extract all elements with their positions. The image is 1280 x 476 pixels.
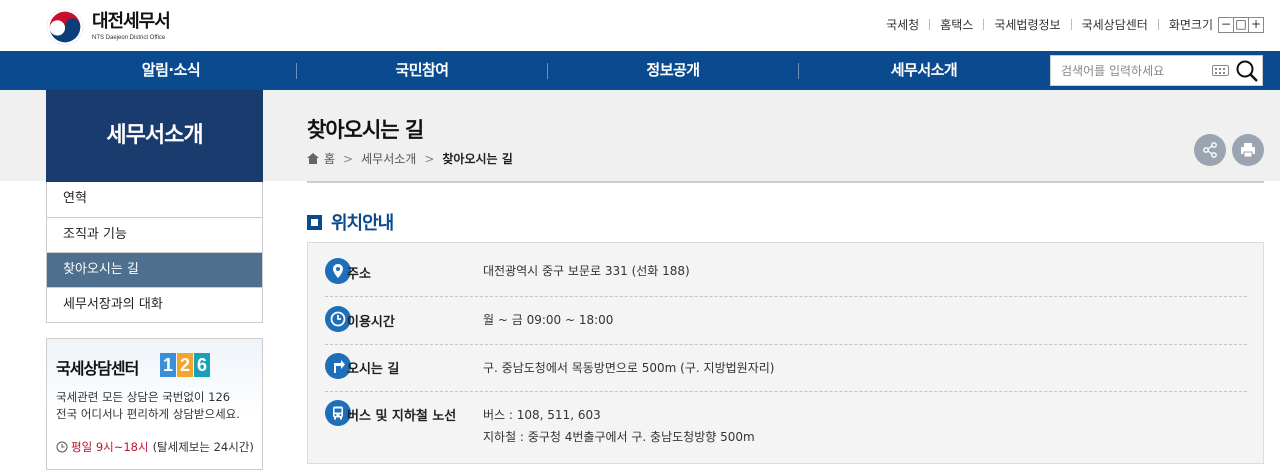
call-center-number: 1 2 6 bbox=[160, 353, 211, 377]
breadcrumb: 홈 > 세무서소개 > 찾아오시는 길 bbox=[307, 150, 513, 167]
bus-routes: 버스 : 108, 511, 603 bbox=[483, 408, 601, 422]
print-button[interactable] bbox=[1232, 134, 1264, 166]
breadcrumb-current: 찾아오시는 길 bbox=[442, 152, 513, 166]
hours-note: (탈세제보는 24시간) bbox=[152, 440, 254, 454]
page-title: 찾아오시는 길 bbox=[307, 118, 424, 142]
sidebar-item-dialogue[interactable]: 세무서장과의 대화 bbox=[47, 287, 262, 322]
virtual-keyboard-icon[interactable] bbox=[1212, 65, 1229, 76]
zoom-controls: − □ + bbox=[1218, 16, 1264, 33]
main-nav: 알림·소식 국민참여 정보공개 세무서소개 bbox=[0, 51, 1280, 90]
divider bbox=[325, 296, 1247, 297]
util-link-hometax[interactable]: 홈택스 bbox=[930, 16, 983, 33]
row-label-transit: 버스 및 지하철 노선 bbox=[347, 409, 457, 424]
row-label-address: 주소 bbox=[347, 267, 371, 282]
zoom-in-button[interactable]: + bbox=[1248, 16, 1264, 33]
row-label-hours: 이용시간 bbox=[347, 315, 395, 330]
call-center-hours: 평일 9시~18시 (탈세제보는 24시간) bbox=[56, 439, 254, 455]
call-center-description: 국세관련 모든 상담은 국번없이 126 전국 어디서나 편리하게 상담받으세요… bbox=[56, 390, 240, 421]
home-icon[interactable] bbox=[307, 153, 319, 164]
logo-title: 대전세무서 bbox=[92, 11, 171, 32]
screen-size-label: 화면크기 bbox=[1168, 18, 1213, 32]
util-link-counsel[interactable]: 국세상담센터 bbox=[1072, 16, 1158, 33]
call-center-title: 국세상담센터 bbox=[56, 359, 139, 378]
search-box bbox=[1050, 55, 1263, 86]
divider bbox=[325, 344, 1247, 345]
nav-news[interactable]: 알림·소식 bbox=[46, 51, 296, 90]
sidebar-menu: 연혁 조직과 기능 찾아오시는 길 세무서장과의 대화 bbox=[46, 182, 263, 323]
chevron-right-icon: > bbox=[424, 151, 435, 166]
nav-info[interactable]: 정보공개 bbox=[548, 51, 798, 90]
util-link-law[interactable]: 국세법령정보 bbox=[984, 16, 1070, 33]
chevron-right-icon: > bbox=[343, 151, 354, 166]
sidebar-title: 세무서소개 bbox=[46, 90, 263, 182]
utility-nav: 국세청 홈택스 국세법령정보 국세상담센터 화면크기 − □ + bbox=[876, 16, 1280, 33]
row-label-directions: 오시는 길 bbox=[347, 362, 400, 377]
call-digit: 2 bbox=[177, 353, 193, 377]
zoom-reset-button[interactable]: □ bbox=[1233, 16, 1249, 33]
call-digit: 1 bbox=[160, 353, 176, 377]
breadcrumb-about[interactable]: 세무서소개 bbox=[361, 150, 416, 167]
section-title: 위치안내 bbox=[307, 209, 394, 235]
row-value-transit: 버스 : 108, 511, 603 지하철 : 중구청 4번출구에서 구. 충… bbox=[483, 404, 755, 448]
logo-subtitle: NTS Daejeon District Office bbox=[92, 35, 166, 41]
location-info-box: 주소 대전광역시 중구 보문로 331 (선화 188) 이용시간 월 ~ 금 … bbox=[307, 242, 1264, 464]
share-button[interactable] bbox=[1194, 134, 1226, 166]
logo[interactable]: 대전세무서 NTS Daejeon District Office bbox=[46, 8, 171, 46]
print-icon bbox=[1241, 143, 1255, 158]
call-center-banner[interactable]: 국세상담센터 1 2 6 국세관련 모든 상담은 국번없이 126 전국 어디서… bbox=[46, 338, 263, 470]
sidebar-item-organization[interactable]: 조직과 기능 bbox=[47, 217, 262, 252]
nav-participation[interactable]: 국민참여 bbox=[297, 51, 547, 90]
divider bbox=[325, 391, 1247, 392]
divider bbox=[307, 181, 1264, 183]
sidebar-item-directions[interactable]: 찾아오시는 길 bbox=[47, 252, 262, 287]
row-value-directions: 구. 중남도청에서 목동방면으로 500m (구. 지방법원자리) bbox=[483, 361, 775, 375]
nav-about[interactable]: 세무서소개 bbox=[799, 51, 1049, 90]
share-icon bbox=[1203, 142, 1217, 158]
breadcrumb-home[interactable]: 홈 bbox=[324, 150, 335, 167]
section-bullet-icon bbox=[307, 214, 322, 230]
taegeuk-logo-icon bbox=[46, 8, 84, 46]
call-digit: 6 bbox=[194, 353, 210, 377]
search-input[interactable] bbox=[1061, 56, 1211, 85]
search-icon[interactable] bbox=[1235, 59, 1259, 83]
util-link-nts[interactable]: 국세청 bbox=[876, 16, 929, 33]
zoom-out-button[interactable]: − bbox=[1218, 16, 1234, 33]
header: 대전세무서 NTS Daejeon District Office 국세청 홈택… bbox=[0, 0, 1280, 51]
row-value-address: 대전광역시 중구 보문로 331 (선화 188) bbox=[483, 264, 690, 278]
clock-icon bbox=[56, 441, 68, 453]
sidebar-item-history[interactable]: 연혁 bbox=[47, 182, 262, 217]
subway-route: 지하철 : 중구청 4번출구에서 구. 충남도청방향 500m bbox=[483, 430, 755, 444]
hours-weekday: 평일 9시~18시 bbox=[71, 440, 149, 454]
row-value-hours: 월 ~ 금 09:00 ~ 18:00 bbox=[483, 313, 614, 327]
